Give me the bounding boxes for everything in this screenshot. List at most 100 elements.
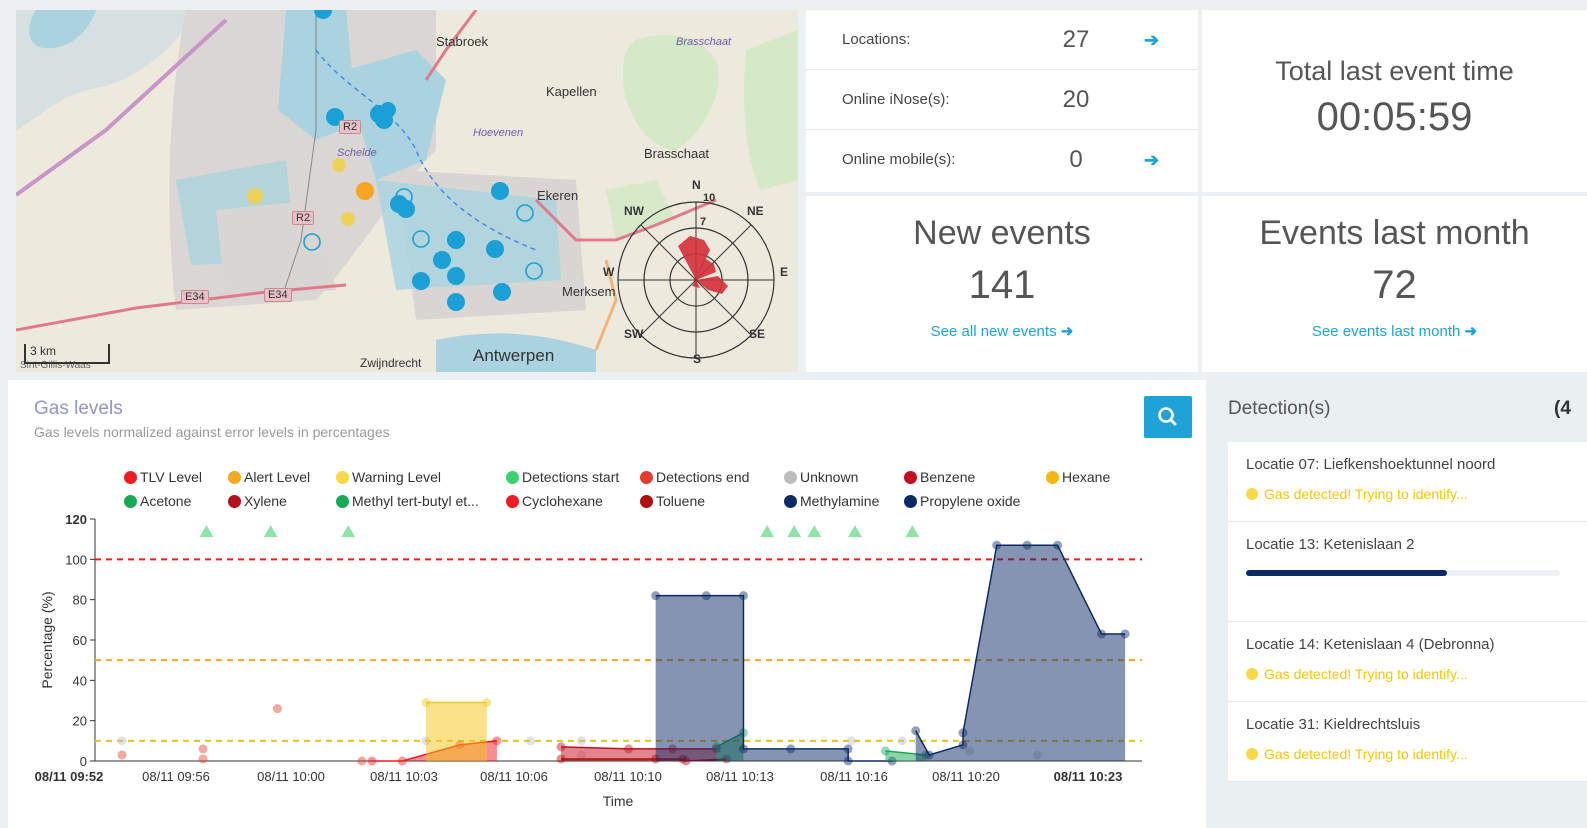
total-time-card: Total last event time 00:05:59 [1202, 10, 1587, 192]
data-point [367, 756, 377, 766]
data-point [1096, 629, 1106, 639]
legend-dot [124, 495, 137, 508]
detections-panel: Detection(s) (4 Locatie 07: Liefkenshoek… [1210, 380, 1587, 828]
total-time-value: 00:05:59 [1316, 95, 1473, 139]
detection-status-text: Gas detected! Trying to identify... [1264, 666, 1468, 682]
legend-dot [506, 495, 519, 508]
series-area [716, 732, 744, 761]
road-tag-e34-west: E34 [181, 290, 209, 304]
search-button[interactable] [1144, 396, 1192, 438]
road-tag-e34-east: E34 [264, 288, 292, 302]
see-all-new-events-label: See all new events [930, 323, 1057, 340]
data-point [880, 746, 890, 756]
data-point [1053, 540, 1063, 550]
data-point [843, 744, 853, 754]
gas-levels-chart: 0 20 40 60 80 100 120 08/11 09:52 08/11 09:56 08/… [35, 512, 1142, 809]
see-all-new-events-link[interactable]: See all new events ➜ [806, 322, 1198, 340]
road-tag-r2-north: R2 [339, 120, 362, 134]
legend-label: Detections end [656, 469, 750, 485]
legend-item[interactable]: Detections end [640, 469, 749, 485]
data-point [1120, 629, 1130, 639]
data-point [681, 756, 691, 766]
data-point [117, 750, 127, 760]
last-month-value: 72 [1372, 263, 1417, 307]
y-tick-label: 100 [65, 552, 87, 567]
legend-item[interactable]: Acetone [124, 493, 191, 509]
map-label-hoevenen: Hoevenen [473, 127, 524, 139]
legend-item[interactable]: Warning Level [336, 469, 441, 485]
locations-arrow-icon[interactable]: ➔ [1144, 30, 1159, 51]
legend-item[interactable]: Unknown [784, 469, 858, 485]
data-point [921, 750, 931, 760]
legend-item[interactable]: Cyclohexane [506, 493, 603, 509]
series-area [915, 545, 1126, 761]
x-tick-label: 08/11 09:52 [35, 769, 104, 784]
legend-item[interactable]: TLV Level [124, 469, 202, 485]
detection-item[interactable]: Locatie 14: Ketenislaan 4 (Debronna) Gas… [1228, 622, 1587, 702]
legend-item[interactable]: Methylamine [784, 493, 879, 509]
detection-start-marker [199, 525, 214, 538]
mobile-arrow-icon[interactable]: ➔ [1144, 150, 1159, 171]
detection-start-marker [905, 525, 920, 538]
detection-status: Gas detected! Trying to identify... [1246, 746, 1468, 762]
legend-label: Alert Level [244, 469, 311, 485]
stat-mobile: Online mobile(s): 0 ➔ [806, 130, 1198, 190]
wind-rose-label-7: 7 [700, 216, 707, 228]
wind-rose-label-10: 10 [703, 192, 716, 204]
new-events-value: 141 [968, 263, 1036, 307]
legend-dot [336, 471, 349, 484]
data-point [117, 736, 127, 746]
detection-location: Locatie 14: Ketenislaan 4 (Debronna) [1246, 636, 1495, 653]
gas-blob-icon [1246, 748, 1258, 760]
legend-label: Toluene [656, 493, 706, 509]
x-tick-label: 08/11 10:16 [820, 769, 888, 784]
x-tick-label: 08/11 10:03 [370, 769, 438, 784]
series-line [655, 594, 893, 762]
data-point [847, 736, 857, 746]
series-line [716, 732, 744, 748]
new-events-title: New events [913, 214, 1091, 252]
data-point [421, 736, 431, 746]
data-point [897, 736, 907, 746]
legend-item[interactable]: Xylene [228, 493, 287, 509]
detections-count: (4 [1554, 398, 1571, 419]
data-point [482, 698, 492, 708]
legend-item[interactable]: Hexane [1046, 469, 1110, 485]
data-point [421, 698, 431, 708]
stat-inose-label: Online iNose(s): [842, 91, 950, 108]
legend-item[interactable]: Detections start [506, 469, 619, 485]
gas-levels-panel: Gas levels Gas levels normalized against… [8, 380, 1206, 828]
legend-dot [640, 471, 653, 484]
legend-item[interactable]: Methyl tert-butyl et... [336, 493, 479, 509]
legend-item[interactable]: Alert Level [228, 469, 310, 485]
data-point [624, 744, 634, 754]
x-tick-label: 08/11 10:06 [480, 769, 548, 784]
see-events-last-month-link[interactable]: See events last month ➜ [1202, 322, 1587, 340]
total-time-title: Total last event time [1275, 56, 1514, 86]
map-label-antwerpen: Antwerpen [473, 346, 555, 365]
detection-item[interactable]: Locatie 31: Kieldrechtsluis Gas detected… [1228, 702, 1587, 782]
search-icon [1158, 407, 1177, 426]
data-point [887, 756, 897, 766]
series-area [561, 758, 727, 761]
detection-status-text: Gas detected! Trying to identify... [1264, 746, 1468, 762]
legend-item[interactable]: Benzene [904, 469, 975, 485]
x-axis-label: Time [603, 793, 634, 809]
data-point [958, 740, 968, 750]
detection-item[interactable]: Locatie 13: Ketenislaan 2 [1228, 522, 1587, 622]
legend-item[interactable]: Toluene [640, 493, 705, 509]
series-area [655, 595, 893, 761]
sensor-map[interactable]: Stabroek Brasschaat Kapellen Hoevenen Br… [16, 10, 798, 372]
detection-start-marker [760, 525, 775, 538]
data-point [1022, 540, 1032, 550]
detection-item[interactable]: Locatie 07: Liefkenshoektunnel noord Gas… [1228, 442, 1587, 522]
x-tick-label: 08/11 10:13 [706, 769, 774, 784]
data-point [397, 756, 407, 766]
legend-item[interactable]: Propylene oxide [904, 493, 1020, 509]
map-canvas[interactable] [16, 10, 798, 372]
data-point [786, 744, 796, 754]
wind-rose-label-e: E [780, 265, 789, 279]
detection-location: Locatie 07: Liefkenshoektunnel noord [1246, 456, 1496, 473]
road-tag-r2-west: R2 [292, 211, 315, 225]
stat-inose-value: 20 [1062, 86, 1090, 113]
